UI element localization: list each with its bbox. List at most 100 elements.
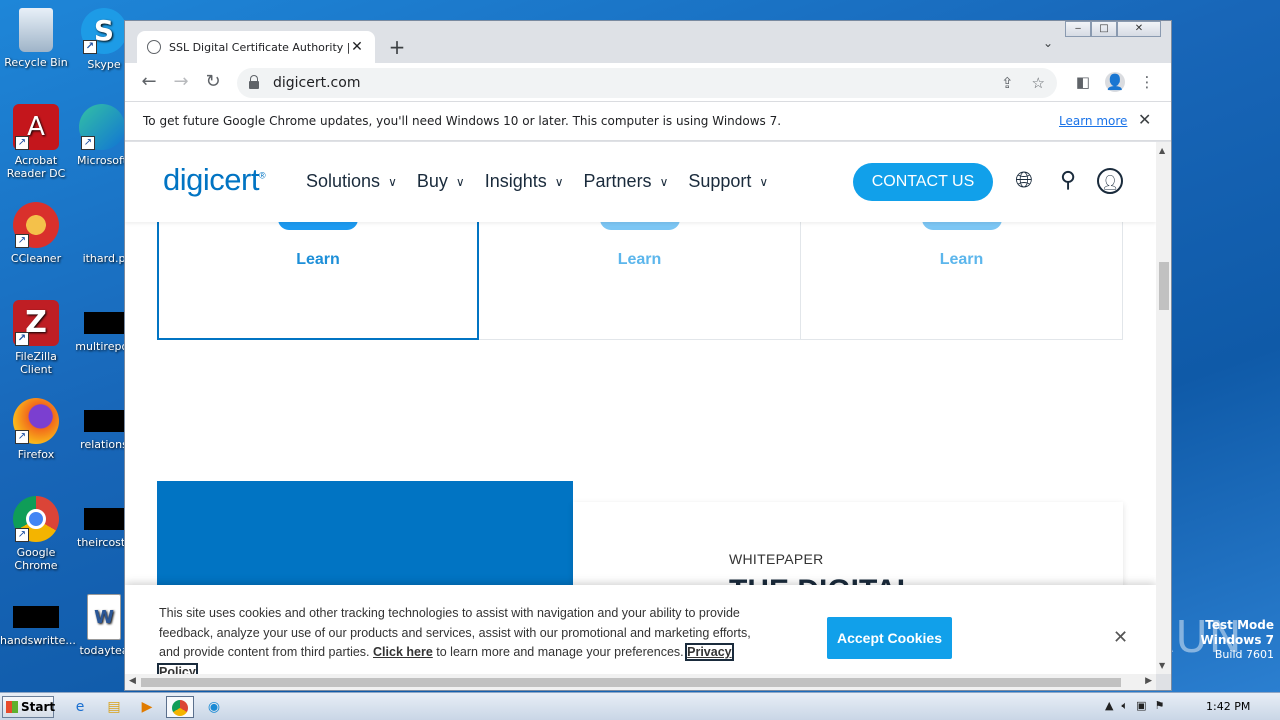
taskbar-clock[interactable]: 1:42 PM <box>1206 700 1250 713</box>
network-icon[interactable]: ▣ <box>1136 699 1146 713</box>
site-header: digicert® Solutions ∨ Buy ∨ Insights ∨ Part… <box>125 142 1156 222</box>
desktop-icon-label: Firefox <box>17 448 55 461</box>
horizontal-scroll-thumb[interactable] <box>141 678 1121 687</box>
watermark-line2: Windows 7 <box>1200 633 1274 647</box>
tab-bar: SSL Digital Certificate Authority | En ✕… <box>125 21 1171 63</box>
desktop-icon-firefox[interactable]: ↗ Firefox <box>0 398 72 461</box>
chevron-down-icon: ∨ <box>455 174 465 189</box>
maximize-button[interactable]: □ <box>1091 21 1117 37</box>
desktop-icon-filezilla[interactable]: Z ↗ FileZilla Client <box>0 300 72 376</box>
edge-taskbar-icon[interactable]: ◉ <box>200 696 228 718</box>
logo-text: digicert <box>163 162 259 197</box>
desktop-icon-label: Google Chrome <box>14 546 58 572</box>
recycle-bin-icon <box>19 8 53 52</box>
test-mode-watermark: Test Mode Windows 7 Build 7601 <box>1201 618 1274 662</box>
redacted-file-icon <box>84 312 124 334</box>
start-button[interactable]: Start <box>2 696 55 718</box>
desktop-icon-label: theircosts <box>77 536 131 549</box>
chevron-down-icon: ∨ <box>388 174 397 189</box>
address-bar[interactable]: digicert.com ⇪ ☆ <box>237 68 1057 98</box>
desktop-icon-acrobat[interactable]: A ↗ Acrobat Reader DC <box>0 104 72 180</box>
card-learn-link[interactable]: Learn <box>479 251 800 269</box>
share-icon[interactable]: ⇪ <box>1001 74 1014 92</box>
scroll-up-arrow-icon[interactable]: ▲ <box>1159 146 1165 155</box>
bookmark-star-icon[interactable]: ☆ <box>1032 74 1045 92</box>
vertical-scrollbar[interactable]: ▲ ▼ <box>1156 142 1171 674</box>
infobar-close-icon[interactable]: ✕ <box>1138 110 1151 129</box>
desktop-icon-label: todaytea <box>79 644 129 657</box>
tab-search-chevron-icon[interactable]: ⌄ <box>1043 36 1053 50</box>
cookie-close-icon[interactable]: ✕ <box>1113 627 1128 648</box>
nav-partners[interactable]: Partners ∨ <box>584 171 669 192</box>
click-here-link[interactable]: Click here <box>373 645 433 659</box>
minimize-button[interactable]: ‒ <box>1065 21 1091 37</box>
reload-icon[interactable]: ↻ <box>201 70 225 94</box>
filezilla-icon: Z ↗ <box>13 300 59 346</box>
desktop-icon-ccleaner[interactable]: ↗ CCleaner <box>0 202 72 265</box>
product-card: Learn <box>157 208 479 340</box>
card-learn-link[interactable]: Learn <box>159 251 477 269</box>
card-learn-link[interactable]: Learn <box>801 251 1122 269</box>
nav-label: Partners <box>583 171 652 191</box>
lock-icon[interactable] <box>249 75 259 89</box>
desktop-icon-label: Acrobat Reader DC <box>6 154 66 180</box>
desktop-icon-label: handswritte... <box>0 634 76 647</box>
search-icon[interactable]: ⚲ <box>1055 168 1081 194</box>
account-icon[interactable]: 👤︎ <box>1097 168 1123 194</box>
desktop-icon-label: Recycle Bin <box>4 56 68 69</box>
product-cards: Learn Learn Learn <box>157 208 1123 340</box>
digicert-logo[interactable]: digicert® <box>163 162 266 198</box>
desktop-icon-label: relations <box>80 438 128 451</box>
window-controls: ‒ □ ✕ <box>1065 21 1161 37</box>
globe-language-icon[interactable]: 🌐︎ <box>1011 168 1037 194</box>
chrome-window: SSL Digital Certificate Authority | En ✕… <box>124 20 1172 691</box>
chevron-down-icon: ∨ <box>659 174 669 189</box>
cookie-text-part2: to learn more and manage your preference… <box>436 645 684 659</box>
contact-us-button[interactable]: CONTACT US <box>853 163 993 201</box>
redacted-file-icon <box>84 508 124 530</box>
nav-insights[interactable]: Insights ∨ <box>485 171 564 192</box>
media-player-taskbar-icon[interactable]: ▶ <box>133 696 161 718</box>
update-infobar: To get future Google Chrome updates, you… <box>125 101 1171 141</box>
desktop-icon-handswritte[interactable]: handswritte... <box>0 594 76 647</box>
infobar-message: To get future Google Chrome updates, you… <box>143 114 782 128</box>
nav-support[interactable]: Support ∨ <box>688 171 768 192</box>
scroll-left-arrow-icon[interactable]: ◀ <box>129 676 136 686</box>
action-center-icon[interactable]: ⚑ <box>1154 699 1164 713</box>
system-tray: ▲ 🔈︎ ▣ ⚑ <box>1105 699 1164 713</box>
close-window-button[interactable]: ✕ <box>1117 21 1161 37</box>
learn-more-link[interactable]: Learn more <box>1059 114 1127 128</box>
horizontal-scrollbar[interactable]: ◀ ▶ <box>125 674 1156 690</box>
desktop-icon-label: Microsoft <box>76 154 128 167</box>
vertical-scroll-thumb[interactable] <box>1159 262 1169 310</box>
tray-expand-icon[interactable]: ▲ <box>1105 699 1113 713</box>
nav-label: Support <box>688 171 752 191</box>
nav-label: Insights <box>484 171 547 191</box>
new-tab-button[interactable]: + <box>387 35 407 59</box>
ie-taskbar-icon[interactable]: e <box>66 696 94 718</box>
watermark-line3: Build 7601 <box>1214 648 1274 661</box>
chevron-down-icon: ∨ <box>759 174 769 189</box>
volume-icon[interactable]: 🔈︎ <box>1121 699 1128 713</box>
tab-digicert[interactable]: SSL Digital Certificate Authority | En ✕ <box>137 31 375 63</box>
forward-arrow-icon[interactable]: → <box>169 70 193 94</box>
chrome-taskbar-icon[interactable] <box>166 696 194 718</box>
kebab-menu-icon[interactable]: ⋮ <box>1137 72 1157 92</box>
nav-buy[interactable]: Buy ∨ <box>417 171 465 192</box>
desktop-icon-chrome[interactable]: ↗ Google Chrome <box>0 496 72 572</box>
desktop-icon-edge[interactable]: ↗ Microsoft <box>72 104 132 167</box>
scroll-right-arrow-icon[interactable]: ▶ <box>1145 676 1152 686</box>
back-arrow-icon[interactable]: ← <box>137 70 161 94</box>
scroll-down-arrow-icon[interactable]: ▼ <box>1159 661 1165 670</box>
acrobat-icon: A ↗ <box>13 104 59 150</box>
globe-icon <box>147 40 161 54</box>
browser-toolbar: ← → ↻ digicert.com ⇪ ☆ ◧ 👤 ⋮ <box>125 63 1171 101</box>
explorer-taskbar-icon[interactable]: ▤ <box>100 696 128 718</box>
chrome-icon: ↗ <box>13 496 59 542</box>
profile-avatar-icon[interactable]: 👤 <box>1105 72 1125 92</box>
accept-cookies-button[interactable]: Accept Cookies <box>827 617 952 659</box>
nav-solutions[interactable]: Solutions ∨ <box>306 171 397 192</box>
side-panel-icon[interactable]: ◧ <box>1073 72 1093 92</box>
tab-close-icon[interactable]: ✕ <box>349 39 365 55</box>
desktop-icon-recycle-bin[interactable]: Recycle Bin <box>0 8 72 69</box>
